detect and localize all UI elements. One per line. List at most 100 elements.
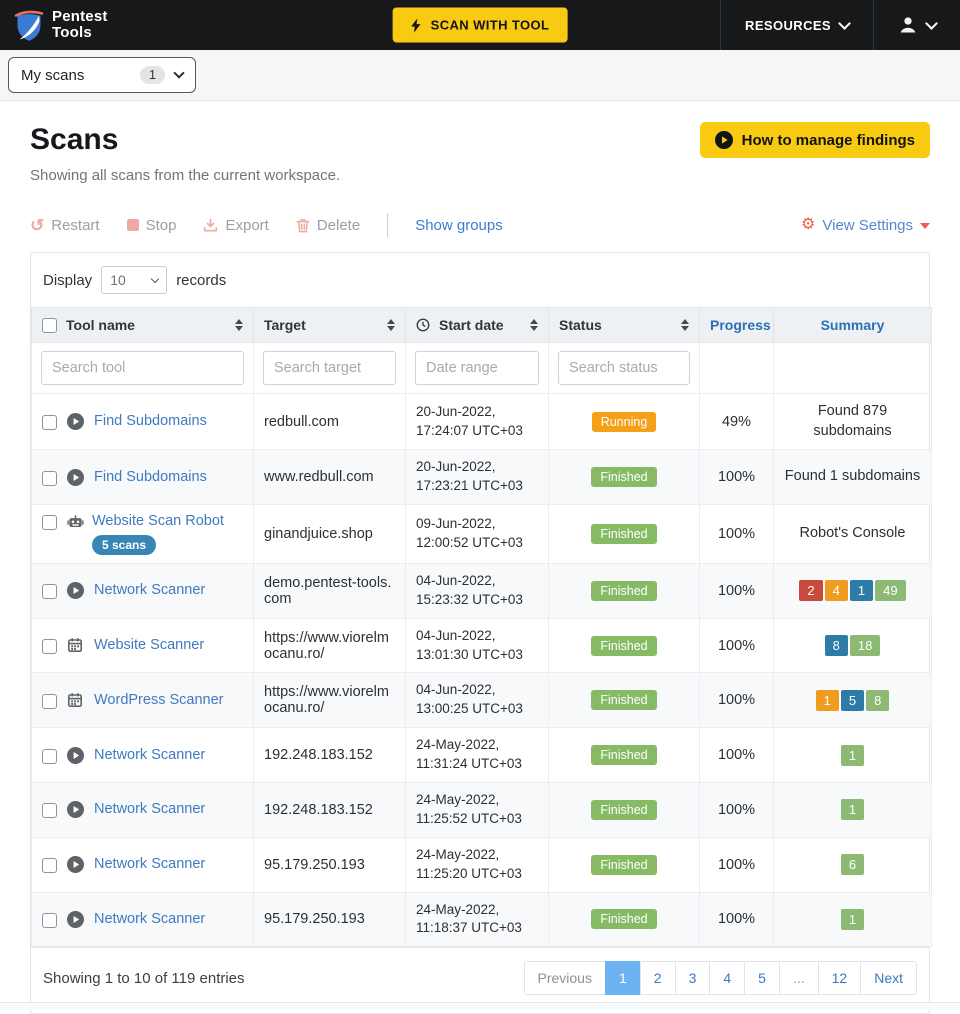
status-badge: Finished — [591, 745, 656, 765]
tool-name-link[interactable]: Find Subdomains — [94, 469, 207, 485]
summary-cell: Found 1 subdomains — [784, 467, 921, 487]
status-badge: Finished — [591, 690, 656, 710]
start-date-cell: 04-Jun-2022, 13:00:25 UTC+03 — [406, 673, 549, 728]
row-checkbox[interactable] — [42, 584, 57, 599]
summary-count-chip[interactable]: 8 — [825, 635, 848, 656]
column-header-target[interactable]: Target — [254, 308, 406, 343]
summary-count-chip[interactable]: 1 — [841, 745, 864, 766]
show-groups-link[interactable]: Show groups — [415, 217, 503, 234]
tool-name-link[interactable]: Network Scanner — [94, 747, 205, 763]
row-checkbox[interactable] — [42, 913, 57, 928]
progress-cell: 49% — [700, 394, 774, 450]
tool-name-link[interactable]: Website Scan Robot — [92, 513, 224, 529]
view-settings-button[interactable]: ⚙ View Settings — [801, 217, 930, 234]
pagination-next[interactable]: Next — [860, 961, 917, 995]
row-checkbox[interactable] — [42, 415, 57, 430]
tool-name-link[interactable]: Network Scanner — [94, 801, 205, 817]
export-button[interactable]: Export — [203, 217, 268, 234]
summary-count-chip[interactable]: 6 — [841, 854, 864, 875]
row-checkbox[interactable] — [42, 749, 57, 764]
summary-count-chip[interactable]: 1 — [841, 909, 864, 930]
workspace-selector[interactable]: My scans 1 — [8, 57, 196, 93]
user-account-menu[interactable] — [873, 0, 960, 50]
row-checkbox[interactable] — [42, 515, 57, 530]
start-date-cell: 20-Jun-2022, 17:24:07 UTC+03 — [406, 394, 549, 450]
date-range-input[interactable] — [415, 351, 539, 385]
tool-name-link[interactable]: Network Scanner — [94, 856, 205, 872]
restart-button[interactable]: ↺ Restart — [30, 217, 100, 234]
table-row: Network Scanner 95.179.250.193 24-May-20… — [32, 892, 932, 947]
stop-button[interactable]: Stop — [127, 217, 177, 234]
scan-count-badge[interactable]: 5 scans — [92, 535, 156, 555]
how-to-manage-findings-button[interactable]: How to manage findings — [700, 122, 930, 158]
scan-with-tool-button[interactable]: SCAN WITH TOOL — [393, 8, 568, 43]
target-cell: ginandjuice.shop — [254, 504, 406, 563]
pagination-page-12[interactable]: 12 — [818, 961, 862, 995]
tool-name-link[interactable]: Website Scanner — [94, 637, 204, 653]
resources-menu[interactable]: RESOURCES — [720, 0, 873, 50]
summary-count-chip[interactable]: 1 — [841, 799, 864, 820]
play-circle-icon — [67, 856, 84, 873]
top-navbar: Pentest Tools SCAN WITH TOOL RESOURCES — [0, 0, 960, 50]
status-badge: Finished — [591, 636, 656, 656]
tool-name-link[interactable]: Find Subdomains — [94, 413, 207, 429]
records-label: records — [176, 272, 226, 289]
pentest-tools-logo[interactable]: Pentest Tools — [0, 8, 108, 42]
start-date-cell: 20-Jun-2022, 17:23:21 UTC+03 — [406, 450, 549, 505]
gear-icon: ⚙ — [801, 217, 815, 233]
row-checkbox[interactable] — [42, 471, 57, 486]
summary-count-chip[interactable]: 8 — [866, 690, 889, 711]
status-badge: Finished — [591, 524, 656, 544]
summary-count-chip[interactable]: 49 — [875, 580, 905, 601]
status-badge: Finished — [591, 909, 656, 929]
row-checkbox[interactable] — [42, 803, 57, 818]
page-title: Scans — [30, 123, 118, 157]
pagination-page-2[interactable]: 2 — [640, 961, 676, 995]
pagination-page-4[interactable]: 4 — [709, 961, 745, 995]
pagination-page-5[interactable]: 5 — [744, 961, 780, 995]
summary-count-chip[interactable]: 4 — [825, 580, 848, 601]
trash-icon — [296, 218, 310, 233]
workspace-selector-label: My scans — [21, 67, 84, 84]
summary-count-chip[interactable]: 1 — [816, 690, 839, 711]
calendar-icon — [67, 692, 84, 709]
chevron-down-icon — [151, 274, 159, 282]
play-circle-icon — [67, 747, 84, 764]
workspace-bar: My scans 1 — [0, 50, 960, 101]
progress-cell: 100% — [700, 504, 774, 563]
row-checkbox[interactable] — [42, 858, 57, 873]
row-checkbox[interactable] — [42, 639, 57, 654]
target-cell: demo.pentest-tools.com — [254, 563, 406, 618]
table-row: Network Scanner demo.pentest-tools.com 0… — [32, 563, 932, 618]
column-header-start-date[interactable]: Start date — [406, 308, 549, 343]
tool-name-link[interactable]: WordPress Scanner — [94, 692, 223, 708]
tool-name-link[interactable]: Network Scanner — [94, 582, 205, 598]
row-checkbox[interactable] — [42, 694, 57, 709]
search-tool-input[interactable] — [41, 351, 244, 385]
column-header-status[interactable]: Status — [549, 308, 700, 343]
page-subtitle: Showing all scans from the current works… — [30, 167, 930, 184]
search-status-input[interactable] — [558, 351, 690, 385]
lightning-bolt-icon — [411, 18, 422, 32]
summary-count-chip[interactable]: 5 — [841, 690, 864, 711]
column-header-tool-name[interactable]: Tool name — [32, 308, 254, 343]
start-date-cell: 09-Jun-2022, 12:00:52 UTC+03 — [406, 504, 549, 563]
pagination-page-3[interactable]: 3 — [675, 961, 711, 995]
summary-chips: 6 — [784, 854, 921, 875]
pagination-page-1[interactable]: 1 — [605, 961, 641, 995]
summary-count-chip[interactable]: 1 — [850, 580, 873, 601]
robot-icon — [67, 513, 84, 530]
status-badge: Finished — [591, 467, 656, 487]
tool-name-link[interactable]: Network Scanner — [94, 911, 205, 927]
scans-table-panel: Display 10 records Tool name — [30, 252, 930, 1014]
target-cell: 192.248.183.152 — [254, 783, 406, 838]
table-row: Find Subdomains www.redbull.com 20-Jun-2… — [32, 450, 932, 505]
shield-logo-icon — [14, 8, 44, 42]
select-all-checkbox[interactable] — [42, 318, 57, 333]
records-per-page-select[interactable]: 10 — [101, 266, 167, 294]
summary-count-chip[interactable]: 2 — [799, 580, 822, 601]
summary-count-chip[interactable]: 18 — [850, 635, 880, 656]
search-target-input[interactable] — [263, 351, 396, 385]
delete-button[interactable]: Delete — [296, 217, 360, 234]
pagination-previous[interactable]: Previous — [524, 961, 606, 995]
